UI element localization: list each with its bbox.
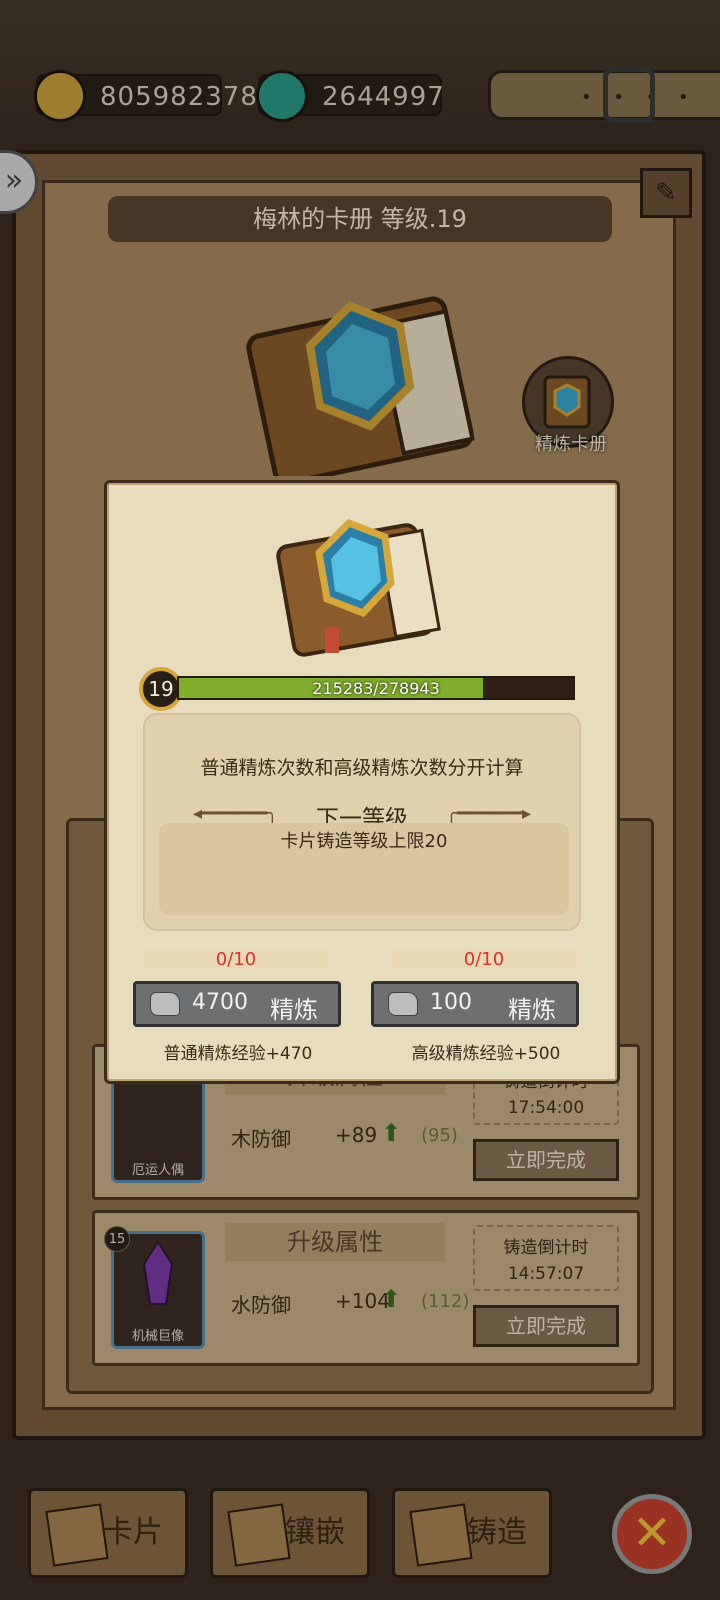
- advanced-refine-count: 0/10: [389, 949, 579, 970]
- normal-refine-count: 0/10: [141, 949, 331, 970]
- info-box: 普通精炼次数和高级精炼次数分开计算 ◂━━━━━━╮ 下一等级 ╭━━━━━━▸…: [143, 713, 581, 931]
- album-book-icon: [276, 518, 441, 657]
- ornament-right: ╭━━━━━━▸: [446, 803, 531, 824]
- refine-dialog: 19 215283/278943 普通精炼次数和高级精炼次数分开计算 ◂━━━━…: [104, 480, 620, 1084]
- refine-note: 普通精炼次数和高级精炼次数分开计算: [200, 757, 524, 779]
- normal-refine-exp: 普通精炼经验+470: [163, 1044, 313, 1064]
- normal-refine-button[interactable]: 4700 精炼: [133, 981, 341, 1027]
- advanced-refine-button[interactable]: 100 精炼: [371, 981, 579, 1027]
- advanced-refine-exp: 高级精炼经验+500: [411, 1044, 561, 1064]
- crystal-ore-icon: [388, 992, 418, 1016]
- next-level-unlock: 卡片铸造等级上限20: [280, 831, 448, 852]
- xp-progress-bar: 215283/278943: [177, 676, 575, 700]
- normal-refine-label: 精炼: [270, 996, 318, 1024]
- normal-refine-cost: 4700: [192, 990, 248, 1015]
- next-level-rewards: 卡片铸造等级上限20: [159, 823, 569, 915]
- advanced-refine-cost: 100: [430, 990, 472, 1015]
- xp-progress-text: 215283/278943: [312, 679, 440, 698]
- advanced-refine-label: 精炼: [508, 996, 556, 1024]
- stone-ore-icon: [150, 992, 180, 1016]
